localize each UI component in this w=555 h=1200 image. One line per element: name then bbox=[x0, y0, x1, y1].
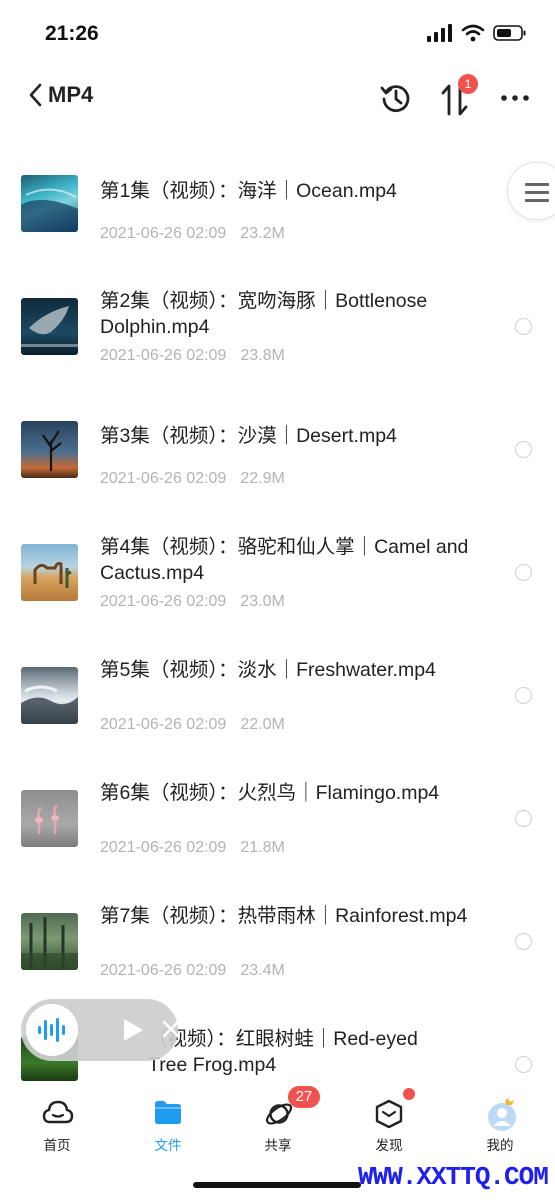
notification-badge: 1 bbox=[458, 74, 478, 94]
file-date: 2021-06-26 02:09 bbox=[100, 347, 227, 364]
select-radio[interactable] bbox=[515, 441, 532, 458]
sound-wave-icon bbox=[38, 1018, 65, 1042]
file-date: 2021-06-26 02:09 bbox=[100, 962, 227, 979]
file-meta: 2021-06-26 02:09 23.2M bbox=[100, 225, 285, 243]
discover-dot-badge bbox=[403, 1088, 415, 1100]
file-meta: 2021-06-26 02:09 22.9M bbox=[100, 470, 285, 488]
video-thumbnail bbox=[21, 175, 78, 232]
file-name: 第2集（视频）：宽吻海豚｜Bottlenose Dolphin.mp4 bbox=[100, 290, 428, 338]
battery-icon bbox=[493, 25, 526, 41]
wifi-icon bbox=[461, 24, 485, 42]
floating-player bbox=[21, 999, 181, 1061]
history-button[interactable] bbox=[378, 80, 414, 120]
file-meta: 2021-06-26 02:09 21.8M bbox=[100, 839, 285, 857]
file-date: 2021-06-26 02:09 bbox=[100, 716, 227, 733]
back-button[interactable]: MP4 bbox=[28, 82, 93, 108]
video-thumbnail bbox=[21, 790, 78, 847]
file-size: 23.0M bbox=[240, 593, 285, 610]
folder-icon bbox=[155, 1101, 181, 1124]
tab-mine[interactable]: 我的 bbox=[465, 1092, 535, 1154]
watermark: WWW.XXTTQ.COM bbox=[358, 1162, 549, 1192]
file-meta: 2021-06-26 02:09 23.0M bbox=[100, 593, 285, 611]
file-name: 第3集（视频）：沙漠｜Desert.mp4 bbox=[100, 425, 397, 447]
video-thumbnail bbox=[21, 667, 78, 724]
select-radio[interactable] bbox=[515, 1056, 532, 1073]
page-title: MP4 bbox=[48, 82, 94, 107]
tab-discover[interactable]: 发现 bbox=[354, 1092, 424, 1154]
file-size: 22.0M bbox=[240, 716, 285, 733]
play-icon bbox=[124, 1019, 143, 1041]
history-icon bbox=[380, 85, 410, 112]
tab-files[interactable]: 文件 bbox=[133, 1092, 203, 1154]
file-date: 2021-06-26 02:09 bbox=[100, 470, 227, 487]
file-date: 2021-06-26 02:09 bbox=[100, 593, 227, 610]
list-item[interactable]: 第6集（视频）：火烈鸟｜Flamingo.mp4 2021-06-26 02:0… bbox=[0, 764, 555, 886]
video-thumbnail bbox=[21, 913, 78, 970]
list-item[interactable]: 第7集（视频）：热带雨林｜Rainforest.mp4 2021-06-26 0… bbox=[0, 887, 555, 1009]
status-time: 21:26 bbox=[45, 22, 99, 45]
list-item[interactable]: 第1集（视频）：海洋｜Ocean.mp4 2021-06-26 02:09 23.… bbox=[0, 150, 555, 272]
video-thumbnail bbox=[21, 421, 78, 478]
select-radio[interactable] bbox=[515, 810, 532, 827]
select-radio[interactable] bbox=[515, 318, 532, 335]
player-close-button[interactable] bbox=[161, 1019, 181, 1043]
video-thumbnail bbox=[21, 298, 78, 355]
file-name: 第5集（视频）：淡水｜Freshwater.mp4 bbox=[100, 659, 436, 681]
tab-label: 发现 bbox=[375, 1138, 403, 1154]
file-name: 第7集（视频）：热带雨林｜Rainforest.mp4 bbox=[100, 905, 468, 927]
play-button[interactable] bbox=[121, 1017, 145, 1047]
tab-home[interactable]: 首页 bbox=[22, 1092, 92, 1154]
list-item[interactable]: 第2集（视频）：宽吻海豚｜Bottlenose Dolphin.mp4 2021… bbox=[0, 272, 555, 394]
tab-label: 共享 bbox=[264, 1138, 292, 1154]
list-item[interactable]: 第4集（视频）：骆驼和仙人掌｜Camel and Cactus.mp4 2021… bbox=[0, 518, 555, 640]
file-meta: 2021-06-26 02:09 22.0M bbox=[100, 716, 285, 734]
file-meta: 2021-06-26 02:09 23.8M bbox=[100, 347, 285, 365]
file-size: 22.9M bbox=[240, 470, 285, 487]
list-item[interactable]: 第5集（视频）：淡水｜Freshwater.mp4 2021-06-26 02:… bbox=[0, 641, 555, 763]
close-icon bbox=[162, 1020, 180, 1038]
more-icon bbox=[501, 95, 529, 101]
tab-label: 文件 bbox=[154, 1138, 182, 1154]
file-size: 23.4M bbox=[240, 962, 285, 979]
file-name: 第4集（视频）：骆驼和仙人掌｜Camel and Cactus.mp4 bbox=[100, 536, 469, 584]
box-icon bbox=[375, 1099, 403, 1129]
file-name: 第6集（视频）：火烈鸟｜Flamingo.mp4 bbox=[100, 782, 440, 804]
file-size: 21.8M bbox=[240, 839, 285, 856]
file-meta: 2021-06-26 02:09 23.4M bbox=[100, 962, 285, 980]
status-bar: 21:26 bbox=[0, 0, 555, 70]
list-item[interactable]: 第3集（视频）：沙漠｜Desert.mp4 2021-06-26 02:09 22… bbox=[0, 395, 555, 517]
share-badge: 27 bbox=[288, 1086, 320, 1108]
audio-wave-button[interactable] bbox=[26, 1004, 78, 1056]
select-radio[interactable] bbox=[515, 687, 532, 704]
avatar-icon bbox=[488, 1098, 516, 1131]
more-button[interactable] bbox=[499, 86, 531, 114]
home-indicator bbox=[193, 1182, 361, 1188]
signal-icon bbox=[427, 24, 452, 42]
file-name: 第1集（视频）：海洋｜Ocean.mp4 bbox=[100, 180, 397, 202]
file-date: 2021-06-26 02:09 bbox=[100, 225, 227, 242]
back-chevron-icon bbox=[29, 83, 42, 107]
file-size: 23.8M bbox=[240, 347, 285, 364]
file-date: 2021-06-26 02:09 bbox=[100, 839, 227, 856]
tab-label: 我的 bbox=[486, 1138, 514, 1154]
cloud-icon bbox=[42, 1100, 74, 1124]
tab-label: 首页 bbox=[43, 1138, 71, 1154]
file-name: （视频）：红眼树蛙｜Red-eyed Tree Frog.mp4 bbox=[148, 1028, 418, 1076]
video-thumbnail bbox=[21, 544, 78, 601]
status-icons bbox=[427, 24, 527, 42]
file-size: 23.2M bbox=[240, 225, 285, 242]
select-radio[interactable] bbox=[515, 564, 532, 581]
select-radio[interactable] bbox=[515, 933, 532, 950]
